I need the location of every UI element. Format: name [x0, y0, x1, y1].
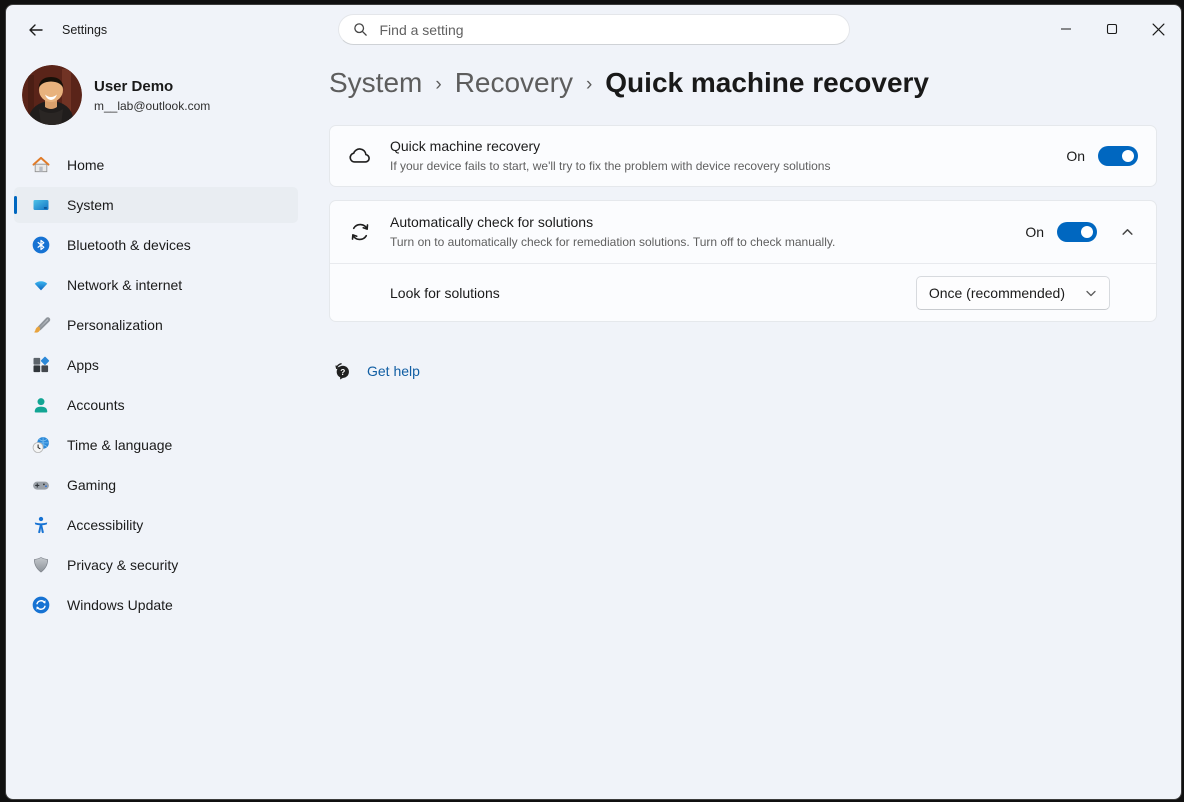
breadcrumb-system[interactable]: System: [329, 67, 422, 99]
dropdown-selected-value: Once (recommended): [929, 285, 1065, 301]
setting-title: Quick machine recovery: [390, 137, 1056, 156]
sidebar-item-label: Windows Update: [67, 597, 173, 613]
toggle-state-label: On: [1025, 224, 1044, 240]
sidebar-item-label: Accessibility: [67, 517, 143, 533]
close-icon: [1152, 23, 1165, 36]
profile-text: User Demo m__lab@outlook.com: [94, 77, 210, 114]
sidebar-item-time-language[interactable]: Time & language: [14, 427, 298, 463]
auto-check-controls: On: [1025, 222, 1156, 242]
sidebar-item-label: Network & internet: [67, 277, 182, 293]
auto-check-text: Automatically check for solutions Turn o…: [390, 203, 1025, 261]
chevron-up-icon: [1121, 226, 1134, 239]
quick-machine-recovery-card: Quick machine recovery If your device fa…: [329, 125, 1157, 187]
get-help-link[interactable]: Get help: [367, 363, 420, 379]
system-icon: [31, 195, 51, 215]
back-button[interactable]: [22, 16, 50, 44]
auto-check-header-row[interactable]: Automatically check for solutions Turn o…: [330, 201, 1156, 263]
sidebar-item-bluetooth[interactable]: Bluetooth & devices: [14, 227, 298, 263]
quick-machine-recovery-row: Quick machine recovery If your device fa…: [330, 126, 1156, 186]
help-question-bubble-icon: ?: [331, 360, 352, 381]
sidebar-item-accessibility[interactable]: Accessibility: [14, 507, 298, 543]
setting-title: Automatically check for solutions: [390, 213, 1015, 232]
auto-check-card: Automatically check for solutions Turn o…: [329, 200, 1157, 322]
sidebar-item-network[interactable]: Network & internet: [14, 267, 298, 303]
minimize-button[interactable]: [1043, 5, 1089, 53]
sidebar-item-label: Time & language: [67, 437, 172, 453]
apps-icon: [31, 355, 51, 375]
look-for-solutions-dropdown[interactable]: Once (recommended): [916, 276, 1110, 310]
breadcrumb: System › Recovery › Quick machine recove…: [329, 63, 1157, 103]
settings-window: Settings: [5, 4, 1182, 800]
windows-update-icon: [31, 595, 51, 615]
sync-icon: [330, 219, 390, 245]
chevron-down-icon: [1085, 287, 1097, 299]
accessibility-icon: [31, 515, 51, 535]
maximize-button[interactable]: [1089, 5, 1135, 53]
sidebar-item-apps[interactable]: Apps: [14, 347, 298, 383]
sidebar-item-gaming[interactable]: Gaming: [14, 467, 298, 503]
toggle-knob: [1081, 226, 1093, 238]
sidebar-item-label: Apps: [67, 357, 99, 373]
look-for-solutions-label: Look for solutions: [390, 285, 916, 301]
profile-email: m__lab@outlook.com: [94, 98, 210, 114]
search-box[interactable]: [338, 14, 850, 45]
breadcrumb-separator: ›: [435, 71, 441, 96]
setting-description: Turn on to automatically check for remed…: [390, 234, 1015, 251]
breadcrumb-separator: ›: [586, 71, 592, 96]
main-content: System › Recovery › Quick machine recove…: [306, 55, 1181, 799]
time-language-icon: [31, 435, 51, 455]
sidebar-nav: Home System Bluetooth & devices Network …: [6, 147, 306, 623]
auto-check-toggle[interactable]: [1057, 222, 1097, 242]
toggle-state-label: On: [1066, 148, 1085, 164]
minimize-icon: [1060, 23, 1072, 35]
cloud-icon: [330, 143, 390, 169]
sidebar-item-label: Home: [67, 157, 104, 173]
setting-description: If your device fails to start, we'll try…: [390, 158, 1056, 175]
sidebar-item-label: Gaming: [67, 477, 116, 493]
bluetooth-icon: [31, 235, 51, 255]
sidebar-item-label: Accounts: [67, 397, 125, 413]
toggle-knob: [1122, 150, 1134, 162]
titlebar: Settings: [6, 5, 1181, 55]
quick-machine-recovery-toggle[interactable]: [1098, 146, 1138, 166]
sidebar-item-label: System: [67, 197, 114, 213]
search-input[interactable]: [378, 21, 835, 39]
sidebar-item-windows-update[interactable]: Windows Update: [14, 587, 298, 623]
privacy-icon: [31, 555, 51, 575]
sidebar-item-home[interactable]: Home: [14, 147, 298, 183]
maximize-icon: [1106, 23, 1118, 35]
personalization-icon: [31, 315, 51, 335]
sidebar-item-system[interactable]: System: [14, 187, 298, 223]
sidebar: User Demo m__lab@outlook.com Home System: [6, 55, 306, 799]
profile-section[interactable]: User Demo m__lab@outlook.com: [22, 65, 306, 125]
collapse-expander-button[interactable]: [1116, 226, 1138, 239]
home-icon: [31, 155, 51, 175]
sidebar-item-privacy[interactable]: Privacy & security: [14, 547, 298, 583]
sidebar-item-label: Personalization: [67, 317, 163, 333]
quick-machine-recovery-controls: On: [1066, 146, 1156, 166]
sidebar-item-label: Privacy & security: [67, 557, 178, 573]
window-controls: [1043, 5, 1181, 53]
sidebar-item-accounts[interactable]: Accounts: [14, 387, 298, 423]
sidebar-item-label: Bluetooth & devices: [67, 237, 191, 253]
gaming-icon: [31, 475, 51, 495]
page-title: Quick machine recovery: [605, 67, 929, 99]
settings-cards: Quick machine recovery If your device fa…: [329, 125, 1157, 322]
breadcrumb-recovery[interactable]: Recovery: [455, 67, 573, 99]
search-icon: [353, 22, 368, 37]
svg-text:?: ?: [340, 367, 345, 377]
quick-machine-recovery-text: Quick machine recovery If your device fa…: [390, 127, 1066, 185]
sidebar-item-personalization[interactable]: Personalization: [14, 307, 298, 343]
app-title: Settings: [62, 5, 107, 55]
avatar: [22, 65, 82, 125]
back-arrow-icon: [28, 22, 44, 38]
profile-name: User Demo: [94, 77, 210, 96]
network-icon: [31, 275, 51, 295]
close-button[interactable]: [1135, 5, 1181, 53]
look-for-solutions-row: Look for solutions Once (recommended): [330, 263, 1156, 321]
get-help-row: ? Get help: [329, 360, 1157, 381]
accounts-icon: [31, 395, 51, 415]
